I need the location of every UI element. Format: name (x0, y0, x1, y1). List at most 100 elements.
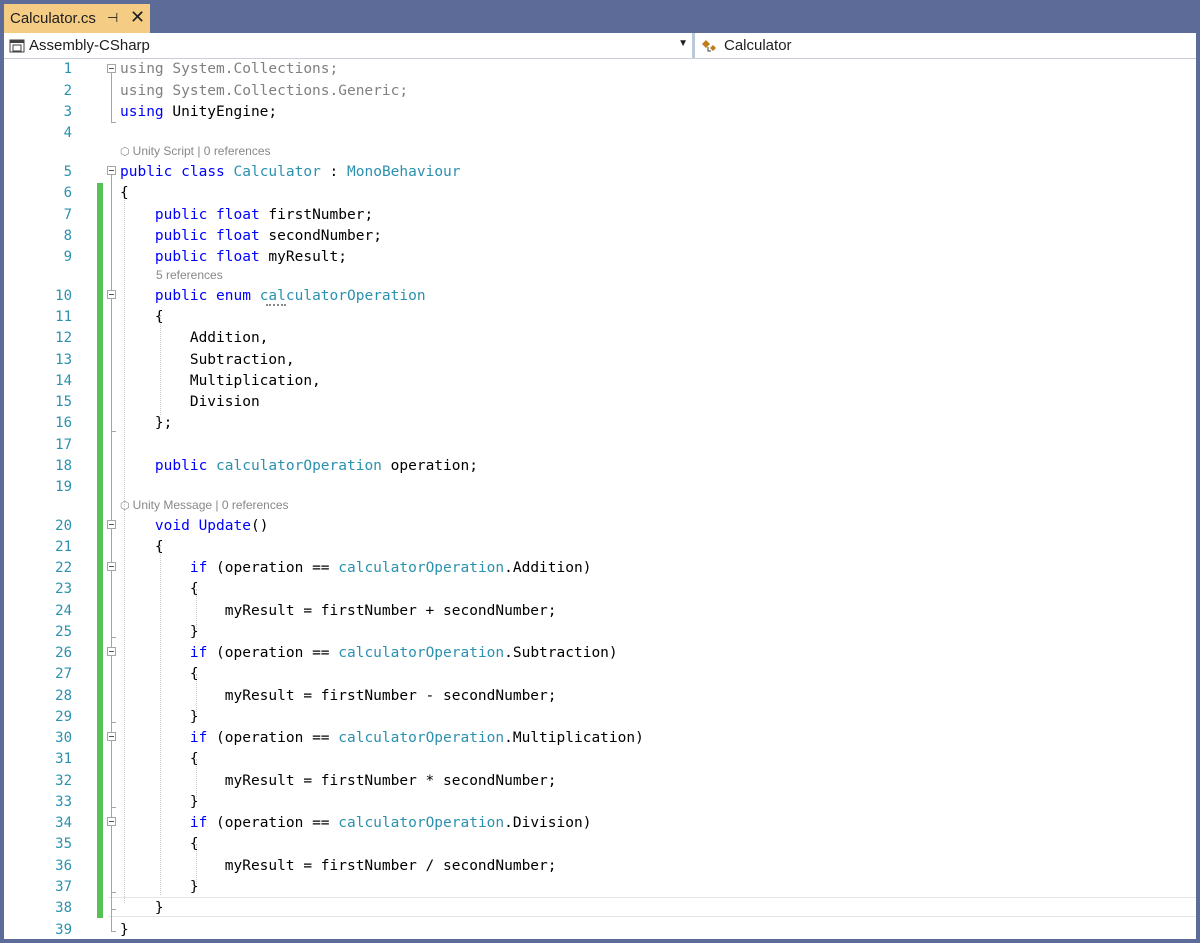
code-editor[interactable]: ⬡ Unity Script | 0 references 5 referenc… (4, 59, 1196, 939)
line-number: 3 (63, 104, 72, 120)
line-number: 10 (55, 288, 72, 304)
collapse-icon[interactable] (107, 166, 116, 175)
code-line[interactable]: void Update() (120, 516, 269, 536)
outline-line (111, 299, 112, 432)
document-tab-calculator[interactable]: Calculator.cs ⊣ ✕ (4, 4, 150, 33)
collapse-icon[interactable] (107, 562, 116, 571)
outline-line (111, 73, 112, 123)
line-number: 24 (55, 603, 72, 619)
code-line[interactable]: { (120, 664, 199, 684)
code-line[interactable]: if (operation == calculatorOperation.Mul… (120, 728, 644, 748)
outline-line (111, 722, 116, 723)
outline-line (111, 931, 116, 932)
line-number: 6 (63, 185, 72, 201)
project-name: Assembly-CSharp (29, 37, 150, 54)
outline-line (111, 892, 116, 893)
line-number: 12 (55, 330, 72, 346)
code-line[interactable]: if (operation == calculatorOperation.Div… (120, 813, 592, 833)
line-number: 23 (55, 581, 72, 597)
line-number: 1 (63, 61, 72, 77)
code-line[interactable]: public float myResult; (120, 247, 347, 267)
code-line[interactable]: }; (120, 413, 172, 433)
codelens-unity-message[interactable]: ⬡ Unity Message | 0 references (120, 498, 289, 512)
code-line[interactable]: Addition, (120, 328, 269, 348)
class-name: Calculator (724, 37, 792, 54)
codelens-text: Unity Script | 0 references (132, 144, 271, 158)
line-number: 25 (55, 624, 72, 640)
collapse-icon[interactable] (107, 647, 116, 656)
code-line[interactable]: public float firstNumber; (120, 205, 373, 225)
code-line[interactable]: { (120, 579, 199, 599)
outline-line (111, 909, 116, 910)
line-number: 31 (55, 751, 72, 767)
line-number: 27 (55, 666, 72, 682)
outline-line (111, 529, 112, 910)
line-number: 5 (63, 164, 72, 180)
change-bar (97, 183, 103, 918)
line-number: 37 (55, 879, 72, 895)
line-number: 33 (55, 794, 72, 810)
tab-title: Calculator.cs (10, 10, 96, 27)
code-line[interactable]: } (120, 707, 199, 727)
code-line[interactable]: Multiplication, (120, 371, 321, 391)
line-number: 21 (55, 539, 72, 555)
code-line[interactable]: } (120, 898, 164, 918)
code-line[interactable]: { (120, 749, 199, 769)
nav-splitter[interactable] (692, 33, 695, 58)
collapse-icon[interactable] (107, 817, 116, 826)
code-line[interactable]: { (120, 183, 129, 203)
code-line[interactable]: } (120, 622, 199, 642)
code-line[interactable]: } (120, 877, 199, 897)
line-number: 38 (55, 900, 72, 916)
codelens-references[interactable]: 5 references (156, 268, 223, 282)
line-number: 20 (55, 518, 72, 534)
code-line[interactable]: myResult = firstNumber * secondNumber; (120, 771, 557, 791)
code-line[interactable]: myResult = firstNumber - secondNumber; (120, 686, 557, 706)
csharp-project-icon (9, 39, 25, 52)
line-number: 22 (55, 560, 72, 576)
collapse-icon[interactable] (107, 520, 116, 529)
line-number: 13 (55, 352, 72, 368)
line-number: 2 (63, 83, 72, 99)
code-line[interactable]: public float secondNumber; (120, 226, 382, 246)
code-line[interactable]: public enum calculatorOperation (120, 286, 426, 306)
current-line-highlight (108, 897, 1196, 917)
code-line[interactable]: { (120, 834, 199, 854)
line-number: 36 (55, 858, 72, 874)
line-number: 34 (55, 815, 72, 831)
codelens-unity-script[interactable]: ⬡ Unity Script | 0 references (120, 144, 271, 158)
code-line[interactable]: public class Calculator : MonoBehaviour (120, 162, 461, 182)
unity-icon: ⬡ (120, 146, 133, 158)
project-dropdown[interactable]: Assembly-CSharp ▼ (4, 33, 693, 58)
line-number: 4 (63, 125, 72, 141)
code-line[interactable]: using UnityEngine; (120, 102, 277, 122)
collapse-icon[interactable] (107, 732, 116, 741)
line-number: 7 (63, 207, 72, 223)
code-line[interactable]: myResult = firstNumber + secondNumber; (120, 601, 557, 621)
pin-icon[interactable]: ⊣ (107, 10, 118, 26)
document-tab-strip: Calculator.cs ⊣ ✕ (0, 0, 1200, 33)
code-line[interactable]: if (operation == calculatorOperation.Add… (120, 558, 592, 578)
line-number: 29 (55, 709, 72, 725)
code-line[interactable]: } (120, 792, 199, 812)
unity-icon: ⬡ (120, 500, 133, 512)
code-line[interactable]: public calculatorOperation operation; (120, 456, 478, 476)
outline-line (111, 807, 116, 808)
collapse-icon[interactable] (107, 290, 116, 299)
line-number: 19 (55, 479, 72, 495)
codelens-text: Unity Message | 0 references (132, 498, 289, 512)
codelens-text: 5 references (156, 268, 223, 282)
code-line[interactable]: using System.Collections.Generic; (120, 81, 408, 101)
outline-line (111, 637, 116, 638)
close-icon[interactable]: ✕ (130, 7, 145, 27)
code-line[interactable]: using System.Collections; (120, 59, 338, 79)
type-dropdown[interactable]: Calculator (696, 33, 1196, 58)
code-line[interactable]: Division (120, 392, 260, 412)
code-line[interactable]: myResult = firstNumber / secondNumber; (120, 856, 557, 876)
code-line[interactable]: { (120, 537, 164, 557)
code-line[interactable]: } (120, 920, 129, 939)
code-line[interactable]: Subtraction, (120, 350, 295, 370)
code-line[interactable]: if (operation == calculatorOperation.Sub… (120, 643, 618, 663)
collapse-icon[interactable] (107, 64, 116, 73)
code-line[interactable]: { (120, 307, 164, 327)
